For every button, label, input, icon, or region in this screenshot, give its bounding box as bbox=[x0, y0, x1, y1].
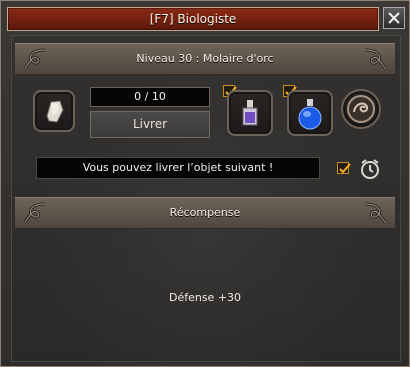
biologist-window: [F7] Biologiste Niveau 30 : Molaire d'or… bbox=[0, 0, 410, 367]
close-icon bbox=[388, 12, 400, 24]
checkmark-icon bbox=[339, 163, 351, 174]
potion1-slot[interactable] bbox=[227, 90, 273, 136]
orc-molar-icon bbox=[46, 100, 64, 123]
reward-text: Défense +30 bbox=[168, 291, 242, 304]
ornament-right-icon bbox=[364, 202, 387, 223]
potion2-slot[interactable] bbox=[287, 90, 333, 136]
quest-item-slot[interactable] bbox=[33, 90, 75, 132]
close-button[interactable] bbox=[383, 7, 405, 29]
window-title: [F7] Biologiste bbox=[149, 12, 237, 26]
deliver-button[interactable]: Livrer bbox=[90, 111, 210, 138]
purple-potion-icon bbox=[242, 100, 258, 126]
title-bar[interactable]: [F7] Biologiste bbox=[7, 7, 379, 31]
emblem-slot[interactable] bbox=[341, 89, 381, 129]
alarm-checkbox[interactable] bbox=[337, 162, 351, 174]
reward-title: Récompense bbox=[169, 206, 241, 219]
blue-potion-icon bbox=[298, 99, 322, 130]
item-count: 0 / 10 bbox=[90, 87, 210, 107]
alarm-clock-icon[interactable] bbox=[358, 157, 382, 181]
ornament-right-icon bbox=[364, 48, 387, 69]
reward-header: Récompense bbox=[15, 197, 395, 229]
status-message: Vous pouvez livrer l’objet suivant ! bbox=[36, 157, 320, 179]
dragon-emblem-icon bbox=[347, 95, 375, 123]
mission-header: Niveau 30 : Molaire d'orc bbox=[15, 43, 395, 75]
mission-title: Niveau 30 : Molaire d'orc bbox=[136, 52, 274, 65]
